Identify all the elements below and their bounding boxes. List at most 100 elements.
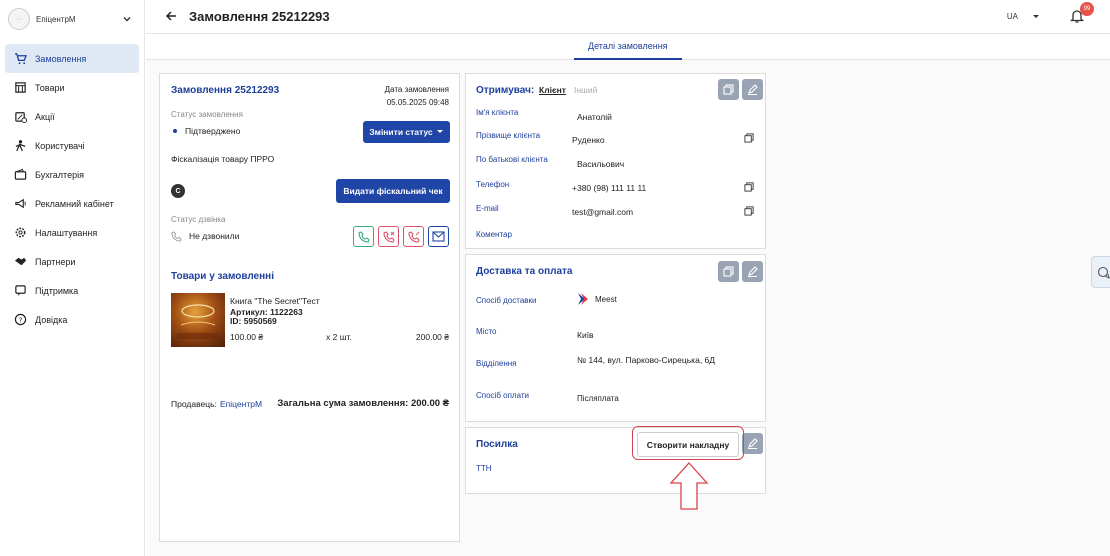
support-icon xyxy=(13,284,27,298)
declined-call-icon xyxy=(407,230,420,243)
order-date-label: Дата замовлення xyxy=(384,85,449,94)
product-image[interactable] xyxy=(171,293,225,347)
ttn-label: ТТН xyxy=(476,464,492,473)
first-name-label: Ім'я клієнта xyxy=(476,108,519,117)
phone-icon xyxy=(357,230,370,243)
meest-logo-icon xyxy=(577,292,589,306)
help-icon: ? xyxy=(13,313,27,327)
pencil-icon xyxy=(748,266,758,277)
fiscal-badge-text: С xyxy=(175,187,181,195)
copy-icon xyxy=(723,84,734,95)
fiscal-label: Фіскалізація товару ПРРО xyxy=(171,154,275,164)
recipient-card: Отримувач: Клієнт Інший Ім'я клієнта Ана… xyxy=(465,73,766,249)
envelope-icon xyxy=(432,231,445,242)
delivery-method-value: Meest xyxy=(595,295,617,304)
phone-value: +380 (98) 111 11 11 xyxy=(572,183,647,193)
edit-parcel-button[interactable] xyxy=(742,433,763,454)
handshake-icon xyxy=(13,255,27,269)
brand-switcher[interactable]: ⋯ ЕпіцентрМ xyxy=(8,8,138,30)
product-name[interactable]: Книга "The Secret"Тест xyxy=(230,296,320,306)
issue-fiscal-receipt-button[interactable]: Видати фіскальний чек xyxy=(336,179,450,203)
sidebar-item-orders[interactable]: Замовлення xyxy=(5,44,139,73)
sidebar-item-help[interactable]: ? Довідка xyxy=(5,305,139,334)
sidebar-item-label: Бухгалтерія xyxy=(35,169,84,180)
edit-recipient-button[interactable] xyxy=(742,79,763,100)
order-status-value: Підтверджено xyxy=(185,126,241,136)
sidebar-item-promotions[interactable]: Акції xyxy=(5,102,139,131)
sidebar-item-settings[interactable]: Налаштування xyxy=(5,218,139,247)
tabs-bar: Деталі замовлення xyxy=(146,34,1110,60)
product-quantity: х 2 шт. xyxy=(326,332,352,342)
tab-client[interactable]: Клієнт xyxy=(539,85,566,95)
copy-icon[interactable] xyxy=(744,206,754,216)
tab-other[interactable]: Інший xyxy=(574,85,597,95)
chat-tab[interactable] xyxy=(1091,256,1110,288)
parcel-title: Посилка xyxy=(476,439,518,450)
comment-label: Коментар xyxy=(476,230,512,239)
seller-link[interactable]: ЕпіцентрМ xyxy=(220,399,262,409)
copy-delivery-button[interactable] xyxy=(718,261,739,282)
svg-text:?: ? xyxy=(18,315,22,324)
tab-order-details[interactable]: Деталі замовлення xyxy=(574,34,682,60)
sidebar-item-label: Товари xyxy=(35,82,65,93)
sidebar-item-users[interactable]: Користувачі xyxy=(5,131,139,160)
copy-icon[interactable] xyxy=(744,182,754,192)
sidebar-item-label: Довідка xyxy=(35,314,68,325)
edit-delivery-button[interactable] xyxy=(742,261,763,282)
sidebar-nav: Замовлення Товари Акції Користувачі Бухг… xyxy=(5,44,139,334)
sidebar-item-partners[interactable]: Партнери xyxy=(5,247,139,276)
notification-badge: 99 xyxy=(1080,2,1094,16)
email-value: test@gmail.com xyxy=(572,207,634,217)
order-title: Замовлення 25212293 xyxy=(171,85,280,96)
product-id: ID: 5950569 xyxy=(230,316,277,326)
sidebar-item-label: Рекламний кабінет xyxy=(35,198,114,209)
last-name-value: Руденко xyxy=(572,135,605,145)
phone-muted-icon xyxy=(171,231,182,242)
sidebar-item-label: Користувачі xyxy=(35,140,85,151)
sidebar-item-label: Налаштування xyxy=(35,227,98,238)
sidebar-item-accounting[interactable]: Бухгалтерія xyxy=(5,160,139,189)
order-total: Загальна сума замовлення: 200.00 ₴ xyxy=(277,398,449,409)
change-status-label: Змінити статус xyxy=(369,127,433,137)
page-title: Замовлення 25212293 xyxy=(189,9,330,24)
pencil-icon xyxy=(748,84,758,95)
first-name-value: Анатолій xyxy=(577,112,612,122)
arrow-up-pointer-icon xyxy=(669,461,709,511)
seller-label: Продавець: xyxy=(171,399,217,409)
brand-name: ЕпіцентрМ xyxy=(36,14,76,24)
sidebar-item-support[interactable]: Підтримка xyxy=(5,276,139,305)
issue-fiscal-receipt-label: Видати фіскальний чек xyxy=(343,186,443,196)
caret-down-icon xyxy=(436,130,443,133)
fiscal-badge: С xyxy=(171,184,185,198)
copy-icon[interactable] xyxy=(744,133,754,143)
sidebar-item-products[interactable]: Товари xyxy=(5,73,139,102)
delivery-card: Доставка та оплата Спосіб доставки Meest… xyxy=(465,254,766,422)
payment-method-label: Спосіб оплати xyxy=(476,391,529,400)
call-button[interactable] xyxy=(353,226,374,247)
message-button[interactable] xyxy=(428,226,449,247)
back-arrow-icon[interactable] xyxy=(164,9,178,23)
declined-call-button[interactable] xyxy=(403,226,424,247)
city-label: Місто xyxy=(476,327,497,336)
copy-icon xyxy=(723,266,734,277)
chevron-down-icon xyxy=(122,14,132,24)
sidebar-item-ads[interactable]: Рекламний кабінет xyxy=(5,189,139,218)
top-header: Замовлення 25212293 UA 99 xyxy=(146,0,1110,34)
delivery-title: Доставка та оплата xyxy=(476,266,573,277)
language-select[interactable]: UA xyxy=(1007,12,1040,21)
copy-recipient-button[interactable] xyxy=(718,79,739,100)
phone-label: Телефон xyxy=(476,180,510,189)
caret-down-icon xyxy=(1032,14,1040,20)
change-status-button[interactable]: Змінити статус xyxy=(363,121,450,143)
store-icon xyxy=(13,81,27,95)
products-title: Товари у замовленні xyxy=(171,271,274,282)
order-status-label: Статус замовлення xyxy=(171,110,243,119)
sidebar: ⋯ ЕпіцентрМ Замовлення Товари Акції Кори… xyxy=(0,0,145,556)
missed-call-button[interactable] xyxy=(378,226,399,247)
delivery-method-label: Спосіб доставки xyxy=(476,296,537,305)
create-waybill-button[interactable]: Створити накладну xyxy=(637,432,739,457)
sidebar-item-label: Акції xyxy=(35,111,55,122)
users-icon xyxy=(13,139,27,153)
city-value: Київ xyxy=(577,330,594,340)
cart-icon xyxy=(13,52,27,66)
